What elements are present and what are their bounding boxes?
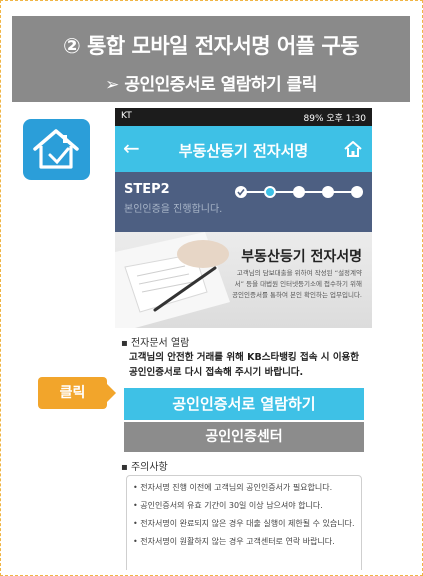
certificate-center-button[interactable]: 공인인증센터 — [124, 422, 364, 452]
step-dot — [351, 186, 363, 198]
app-bar: ← 부동산등기 전자서명 — [115, 126, 372, 172]
notice-body: 고객님의 안전한 거래를 위해 KB스타뱅킹 접속 시 이용한 공인인증서로 다… — [129, 352, 360, 378]
phone-screenshot: KT 89% 오후 1:30 ← 부동산등기 전자서명 STEP2 본인인증을 … — [115, 108, 372, 570]
notice-heading: ▪ 전자문서 열람 — [121, 338, 190, 349]
status-carrier: KT — [121, 111, 132, 121]
step-band: STEP2 본인인증을 진행합니다. — [115, 172, 372, 232]
status-bar: KT 89% 오후 1:30 — [115, 108, 372, 126]
app-title: 부동산등기 전자서명 — [178, 142, 309, 160]
click-callout: 클릭 — [38, 377, 107, 409]
step-dot — [322, 186, 334, 198]
cautions-heading: ▪ 주의사항 — [121, 462, 168, 473]
step-label: STEP2 — [124, 182, 170, 197]
home-document-icon[interactable] — [23, 119, 90, 180]
hero-banner: 부동산등기 전자서명 고객님의 담보대출을 위하여 작성된 “설정계약서” 등을… — [115, 232, 372, 328]
step-progress — [235, 186, 363, 198]
caution-item: • 전자서명 진행 이전에 고객님의 공인인증서가 필요합니다. — [133, 483, 333, 492]
view-with-certificate-button[interactable]: 공인인증서로 열람하기 — [124, 388, 364, 420]
instruction-header: ② 통합 모바일 전자서명 어플 구동 ➢ 공인인증서로 열람하기 클릭 — [12, 16, 410, 102]
home-icon[interactable] — [342, 138, 364, 160]
step-dot — [293, 186, 305, 198]
cautions-list: • 전자서명 진행 이전에 고객님의 공인인증서가 필요합니다. • 공인인증서… — [126, 475, 362, 570]
caution-item: • 공인인증서의 유효 기간이 30일 이상 남으셔야 합니다. — [133, 501, 323, 510]
instruction-title: ② 통합 모바일 전자서명 어플 구동 — [63, 34, 360, 58]
caution-item: • 전자서명이 원활하지 않는 경우 고객센터로 연락 바랍니다. — [133, 537, 335, 546]
step-dot — [264, 186, 276, 198]
instruction-subtitle: ➢ 공인인증서로 열람하기 클릭 — [105, 75, 317, 95]
hero-title: 부동산등기 전자서명 — [241, 249, 362, 265]
caution-item: • 전자서명이 완료되지 않은 경우 대출 실행이 제한될 수 있습니다. — [133, 519, 355, 528]
click-callout-pointer — [107, 384, 116, 402]
step-subtitle: 본인인증을 진행합니다. — [124, 204, 223, 215]
status-battery-time: 89% 오후 1:30 — [303, 114, 367, 124]
hero-text: 고객님의 담보대출을 위하여 작성된 “설정계약서” 등을 대법원 인터넷등기소… — [232, 269, 362, 299]
